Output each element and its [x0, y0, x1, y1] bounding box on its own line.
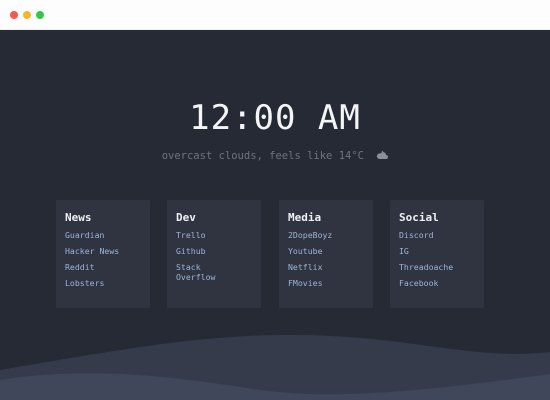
bookmark-card-dev: Dev Trello Github Stack Overflow [167, 200, 261, 308]
bookmark-card-news: News Guardian Hacker News Reddit Lobster… [56, 200, 150, 308]
cloud-icon [376, 150, 389, 163]
link-stack-overflow[interactable]: Stack Overflow [176, 262, 228, 282]
link-ig[interactable]: IG [399, 246, 475, 256]
browser-window: 12:00 AM overcast clouds, feels like 14°… [0, 0, 550, 400]
weather-text: overcast clouds, feels like 14°C [161, 150, 364, 162]
startpage: 12:00 AM overcast clouds, feels like 14°… [0, 30, 550, 400]
card-title: Social [399, 211, 439, 224]
link-youtube[interactable]: Youtube [288, 246, 364, 256]
close-window-button[interactable] [10, 11, 18, 19]
clock: 12:00 AM [189, 98, 361, 138]
link-2dopeboyz[interactable]: 2DopeBoyz [288, 230, 364, 240]
bookmark-card-social: Social Discord IG Threadoache Facebook [390, 200, 484, 308]
bookmark-card-media: Media 2DopeBoyz Youtube Netflix FMovies [279, 200, 373, 308]
card-title: Dev [176, 211, 196, 224]
link-guardian[interactable]: Guardian [65, 230, 141, 240]
link-github[interactable]: Github [176, 246, 252, 256]
weather-line: overcast clouds, feels like 14°C [0, 150, 550, 163]
link-hacker-news[interactable]: Hacker News [65, 246, 141, 256]
minimize-window-button[interactable] [23, 11, 31, 19]
link-trello[interactable]: Trello [176, 230, 252, 240]
link-netflix[interactable]: Netflix [288, 262, 364, 272]
wave-decoration [0, 334, 550, 400]
link-threadoache[interactable]: Threadoache [399, 262, 475, 272]
link-lobsters[interactable]: Lobsters [65, 278, 141, 288]
link-reddit[interactable]: Reddit [65, 262, 141, 272]
window-titlebar [0, 0, 550, 30]
link-facebook[interactable]: Facebook [399, 278, 475, 288]
link-discord[interactable]: Discord [399, 230, 475, 240]
card-title: News [65, 211, 92, 224]
card-title: Media [288, 211, 322, 224]
link-fmovies[interactable]: FMovies [288, 278, 364, 288]
maximize-window-button[interactable] [36, 11, 44, 19]
